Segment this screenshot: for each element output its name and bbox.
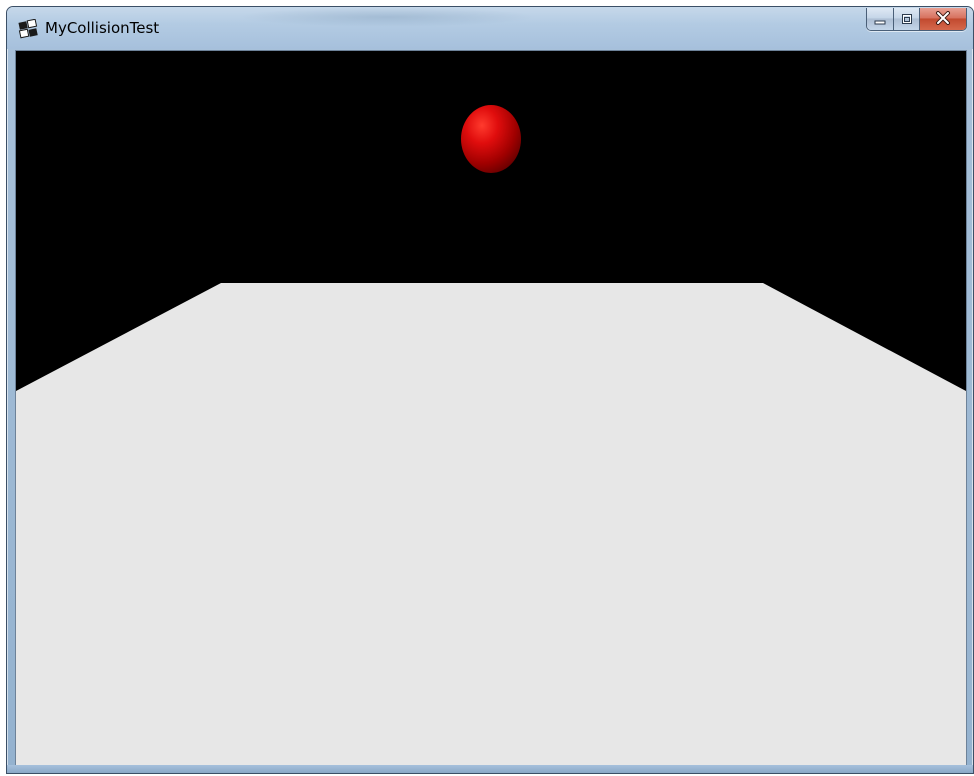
render-viewport[interactable] — [15, 50, 967, 768]
close-button[interactable] — [920, 8, 966, 30]
app-window: MyCollisionTest — [6, 6, 974, 774]
window-title: MyCollisionTest — [45, 19, 160, 37]
red-ball — [461, 105, 521, 173]
close-icon — [935, 10, 951, 29]
scene-canvas — [16, 51, 966, 767]
title-bar[interactable]: MyCollisionTest — [7, 7, 973, 49]
minimize-button[interactable] — [867, 8, 894, 30]
caption-buttons — [866, 8, 967, 31]
minimize-icon — [874, 10, 886, 29]
maximize-icon — [901, 10, 913, 29]
maximize-button[interactable] — [894, 8, 920, 30]
floor-plane — [16, 283, 966, 767]
app-icon[interactable] — [18, 18, 38, 39]
window-bottom-border — [7, 765, 973, 773]
